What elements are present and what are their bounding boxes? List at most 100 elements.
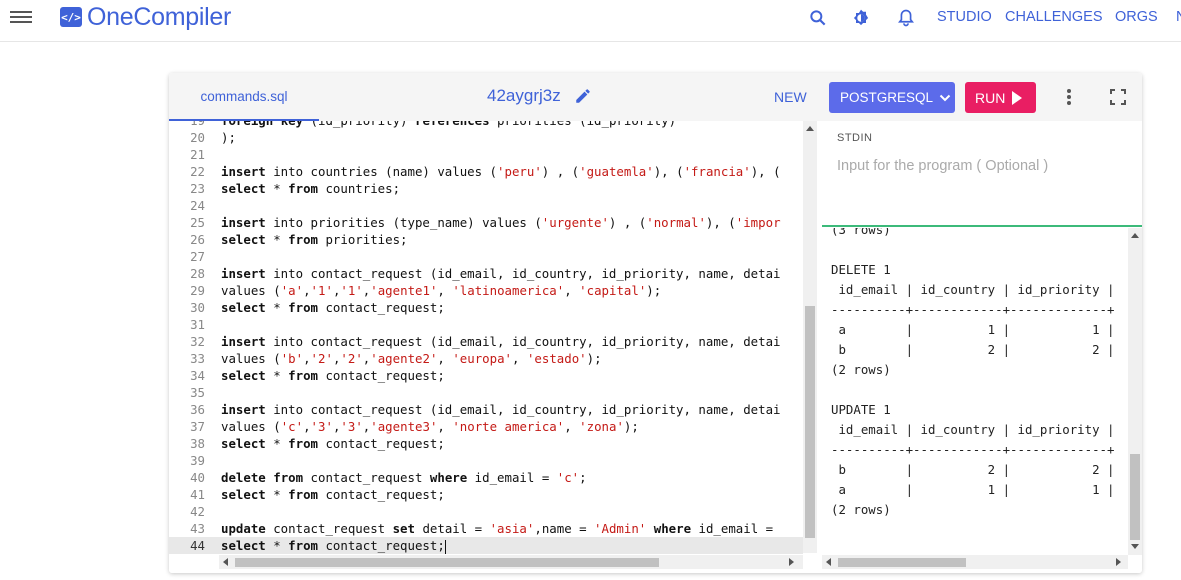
nav-link-studio[interactable]: STUDIO: [937, 9, 992, 25]
panel-divider[interactable]: [822, 225, 1142, 227]
output-line: (2 rows): [831, 502, 891, 517]
output-horizontal-scrollbar[interactable]: [822, 555, 1128, 569]
output-line: DELETE 1: [831, 262, 891, 277]
language-select-button[interactable]: POSTGRESQL: [829, 82, 955, 113]
code-line[interactable]: 35: [169, 384, 803, 401]
code-line[interactable]: 19 foreign key (id_priority) references p…: [169, 121, 803, 129]
edit-pencil-icon[interactable]: [574, 87, 592, 105]
line-number: 25: [190, 215, 205, 230]
line-number: 30: [190, 300, 205, 315]
code-line[interactable]: 44 select * from contact_request;: [169, 537, 803, 554]
code-line[interactable]: 31: [169, 316, 803, 333]
code-line[interactable]: 43 update contact_request set detail = 'a…: [169, 520, 803, 537]
code-text: select * from contact_request;: [221, 538, 445, 553]
code-line[interactable]: 26 select * from priorities;: [169, 231, 803, 248]
menu-icon[interactable]: [10, 8, 32, 26]
code-line[interactable]: 42: [169, 503, 803, 520]
editor-horizontal-scrollbar[interactable]: [219, 555, 803, 569]
notification-bell-icon[interactable]: [896, 8, 916, 28]
scroll-up-arrow-icon[interactable]: [806, 126, 814, 131]
stdin-label: STDIN: [837, 132, 873, 144]
line-number: 27: [190, 249, 205, 264]
code-line[interactable]: 25 insert into priorities (type_name) val…: [169, 214, 803, 231]
line-number: 40: [190, 470, 205, 485]
code-line[interactable]: 41 select * from contact_request;: [169, 486, 803, 503]
editor-toolbar: commands.sql 42aygrj3z NEW POSTGRESQL RU…: [169, 73, 1142, 121]
nav-link-challenges[interactable]: CHALLENGES: [1005, 9, 1103, 25]
scroll-down-arrow-icon[interactable]: [1131, 544, 1139, 549]
code-line[interactable]: 27: [169, 248, 803, 265]
editor-vertical-scrollbar[interactable]: [803, 121, 817, 553]
code-text: insert into priorities (type_name) value…: [221, 215, 781, 230]
code-editor[interactable]: 19 foreign key (id_priority) references p…: [169, 121, 817, 573]
code-line[interactable]: 36 insert into contact_request (id_email,…: [169, 401, 803, 418]
line-number: 36: [190, 402, 205, 417]
code-line[interactable]: 30 select * from contact_request;: [169, 299, 803, 316]
code-line[interactable]: 32 insert into contact_request (id_email,…: [169, 333, 803, 350]
code-text: insert into contact_request (id_email, i…: [221, 402, 781, 417]
scroll-right-arrow-icon[interactable]: [789, 558, 794, 566]
code-text: foreign key (id_priority) references pri…: [221, 121, 676, 128]
line-number: 43: [190, 521, 205, 536]
scrollbar-thumb[interactable]: [838, 558, 966, 567]
code-text: values ('b','2','2','agente2', 'europa',…: [221, 351, 602, 366]
output-line: a | 1 | 1 |: [831, 482, 1115, 497]
theme-toggle-icon[interactable]: [851, 8, 871, 28]
scrollbar-thumb[interactable]: [1130, 454, 1140, 540]
more-options-icon[interactable]: [1066, 87, 1072, 107]
code-text: insert into contact_request (id_email, i…: [221, 334, 781, 349]
code-line[interactable]: 37 values ('c','3','3','agente3', 'norte …: [169, 418, 803, 435]
scroll-right-arrow-icon[interactable]: [1116, 558, 1121, 566]
code-line[interactable]: 21: [169, 146, 803, 163]
code-line[interactable]: 29 values ('a','1','1','agente1', 'latino…: [169, 282, 803, 299]
line-number: 35: [190, 385, 205, 400]
scrollbar-thumb[interactable]: [235, 558, 659, 567]
line-number: 22: [190, 164, 205, 179]
line-number: 42: [190, 504, 205, 519]
line-number: 34: [190, 368, 205, 383]
fullscreen-icon[interactable]: [1110, 89, 1126, 105]
line-number: 41: [190, 487, 205, 502]
code-text: values ('a','1','1','agente1', 'latinoam…: [221, 283, 662, 298]
play-icon: [1012, 90, 1023, 105]
new-button[interactable]: NEW: [774, 89, 807, 105]
code-lines[interactable]: 19 foreign key (id_priority) references p…: [169, 121, 803, 554]
line-number: 33: [190, 351, 205, 366]
line-number: 23: [190, 181, 205, 196]
code-line[interactable]: 24: [169, 197, 803, 214]
scroll-left-arrow-icon[interactable]: [223, 558, 228, 566]
scroll-up-arrow-icon[interactable]: [1131, 233, 1139, 238]
code-text: );: [221, 130, 236, 145]
project-name: 42aygrj3z: [487, 86, 561, 105]
nav-link-truncated[interactable]: N: [1176, 9, 1181, 25]
stdin-input[interactable]: Input for the program ( Optional ): [837, 158, 1048, 174]
file-tab[interactable]: commands.sql: [169, 73, 319, 121]
scrollbar-thumb[interactable]: [805, 306, 815, 538]
line-number: 32: [190, 334, 205, 349]
nav-link-orgs[interactable]: ORGS: [1115, 9, 1158, 25]
search-icon[interactable]: [808, 8, 828, 28]
code-line[interactable]: 33 values ('b','2','2','agente2', 'europa…: [169, 350, 803, 367]
run-button[interactable]: RUN: [965, 82, 1036, 113]
io-panel: STDIN Input for the program ( Optional )…: [822, 121, 1142, 573]
line-number: 37: [190, 419, 205, 434]
logo[interactable]: </> OneCompiler: [60, 3, 231, 31]
code-line[interactable]: 23 select * from countries;: [169, 180, 803, 197]
output-vertical-scrollbar[interactable]: [1128, 228, 1142, 555]
scroll-left-arrow-icon[interactable]: [826, 558, 831, 566]
code-line[interactable]: 38 select * from contact_request;: [169, 435, 803, 452]
code-line[interactable]: 28 insert into contact_request (id_email,…: [169, 265, 803, 282]
output-line: b | 2 | 2 |: [831, 342, 1115, 357]
line-number: 19: [169, 121, 205, 129]
code-line[interactable]: 34 select * from contact_request;: [169, 367, 803, 384]
code-line[interactable]: 39: [169, 452, 803, 469]
output-line: id_email | id_country | id_priority |: [831, 282, 1115, 297]
line-number: 39: [190, 453, 205, 468]
code-line[interactable]: 40 delete from contact_request where id_e…: [169, 469, 803, 486]
code-line[interactable]: 22 insert into countries (name) values ('…: [169, 163, 803, 180]
text-cursor: [444, 539, 446, 554]
code-text: select * from contact_request;: [221, 436, 445, 451]
output-console: (3 rows) DELETE 1 id_email | id_country |…: [822, 228, 1128, 555]
code-line[interactable]: 20);: [169, 129, 803, 146]
